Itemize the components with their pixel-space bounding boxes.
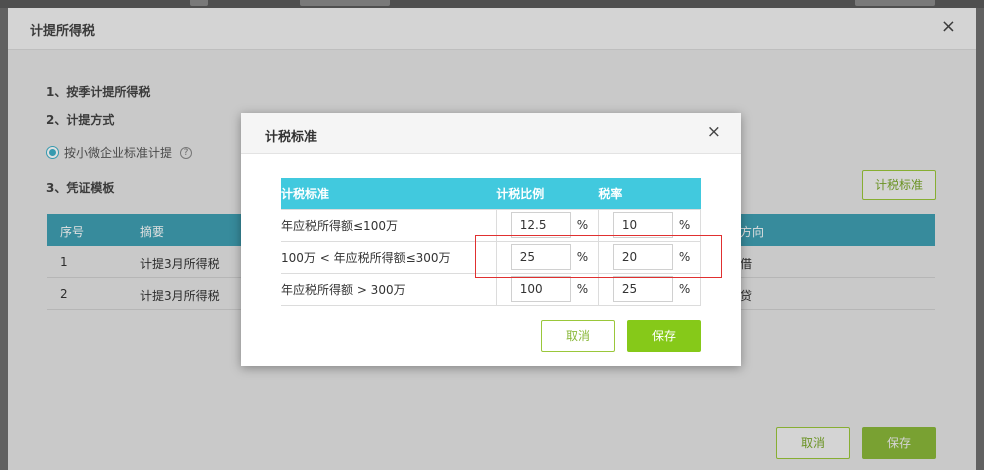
ratio-cell: % bbox=[495, 240, 599, 274]
tax-standard-cell: 年应税所得额≤100万 bbox=[281, 208, 497, 242]
modal-header: 计税标准 × bbox=[241, 113, 741, 154]
col-tax-standard: 计税标准 bbox=[281, 178, 497, 209]
percent-sign: % bbox=[678, 250, 691, 264]
ratio-cell: % bbox=[495, 208, 599, 242]
ratio-input[interactable] bbox=[510, 212, 571, 238]
tax-standard-cell: 100万 < 年应税所得额≤300万 bbox=[281, 240, 497, 274]
tax-standard-cell: 年应税所得额 > 300万 bbox=[281, 272, 497, 306]
table-row: 年应税所得额≤100万 % % bbox=[281, 208, 702, 242]
ratio-input[interactable] bbox=[510, 244, 571, 270]
ratio-cell: % bbox=[495, 272, 599, 306]
tax-table-header: 计税标准 计税比例 税率 bbox=[281, 178, 701, 209]
modal-cancel-button[interactable]: 取消 bbox=[541, 320, 615, 352]
rate-cell: % bbox=[597, 208, 702, 242]
col-tax-ratio: 计税比例 bbox=[496, 178, 599, 209]
ratio-input[interactable] bbox=[510, 276, 571, 302]
percent-sign: % bbox=[576, 250, 589, 264]
rate-input[interactable] bbox=[612, 244, 673, 270]
percent-sign: % bbox=[576, 282, 589, 296]
close-icon[interactable]: × bbox=[707, 123, 721, 141]
rate-cell: % bbox=[597, 272, 702, 306]
tax-standard-modal: 计税标准 × 计税标准 计税比例 税率 年应税所得额≤100万 % % 100万… bbox=[241, 113, 741, 366]
col-tax-rate-label: 税率 bbox=[598, 186, 623, 201]
percent-sign: % bbox=[678, 282, 691, 296]
modal-title: 计税标准 bbox=[265, 130, 318, 145]
rate-input[interactable] bbox=[612, 212, 673, 238]
percent-sign: % bbox=[576, 218, 589, 232]
rate-input[interactable] bbox=[612, 276, 673, 302]
percent-sign: % bbox=[678, 218, 691, 232]
rate-cell: % bbox=[597, 240, 702, 274]
col-tax-rate: 税率 bbox=[598, 178, 701, 209]
table-row: 年应税所得额 > 300万 % % bbox=[281, 272, 702, 306]
table-row: 100万 < 年应税所得额≤300万 % % bbox=[281, 240, 702, 274]
col-tax-ratio-label: 计税比例 bbox=[496, 186, 545, 201]
tax-standard-table: 计税标准 计税比例 税率 年应税所得额≤100万 % % 100万 < 年应税所… bbox=[281, 178, 702, 306]
modal-save-button[interactable]: 保存 bbox=[627, 320, 701, 352]
